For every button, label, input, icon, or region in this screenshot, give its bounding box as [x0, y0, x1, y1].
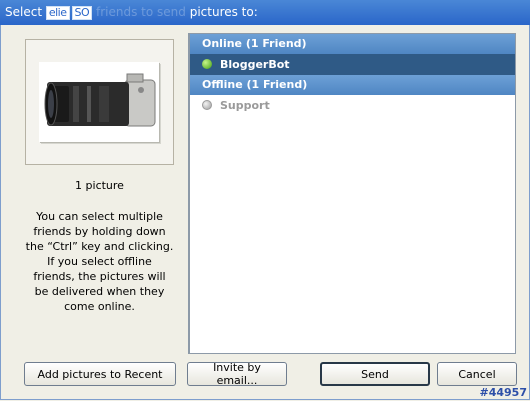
send-button[interactable]: Send — [320, 362, 430, 386]
picture-preview — [25, 39, 174, 165]
group-header-online[interactable]: Online (1 Friend) — [190, 34, 515, 54]
list-item[interactable]: BloggerBot — [190, 54, 515, 75]
invite-by-email-button[interactable]: Invite by email... — [187, 361, 287, 387]
offline-status-icon — [202, 100, 212, 110]
title-prefix: Select — [5, 5, 43, 19]
camera-icon — [39, 62, 159, 142]
watermark-logo: elie SO — [45, 6, 93, 20]
title-obscured: friends to send — [95, 5, 186, 19]
camera-photo — [39, 62, 159, 142]
help-text: You can select multiple friends by holdi… — [25, 210, 174, 313]
watermark-logo-text2: SO — [71, 6, 93, 20]
picture-count: 1 picture — [75, 179, 124, 192]
title-suffix: pictures to: — [189, 5, 258, 19]
online-status-icon — [202, 59, 212, 69]
add-to-recent-button[interactable]: Add pictures to Recent — [24, 362, 176, 386]
group-header-offline[interactable]: Offline (1 Friend) — [190, 75, 515, 95]
image-id-watermark: #44957 — [479, 386, 528, 399]
title-bar: Select elie SO friends to send pictures … — [0, 0, 530, 25]
watermark-logo-text: elie — [45, 6, 70, 20]
cancel-button[interactable]: Cancel — [437, 362, 517, 386]
window-title: Select elie SO friends to send pictures … — [5, 5, 258, 20]
list-item[interactable]: Support — [190, 95, 515, 116]
friend-name: BloggerBot — [220, 58, 290, 71]
friends-list[interactable]: Online (1 Friend) BloggerBot Offline (1 … — [188, 33, 516, 354]
friend-name: Support — [220, 99, 270, 112]
